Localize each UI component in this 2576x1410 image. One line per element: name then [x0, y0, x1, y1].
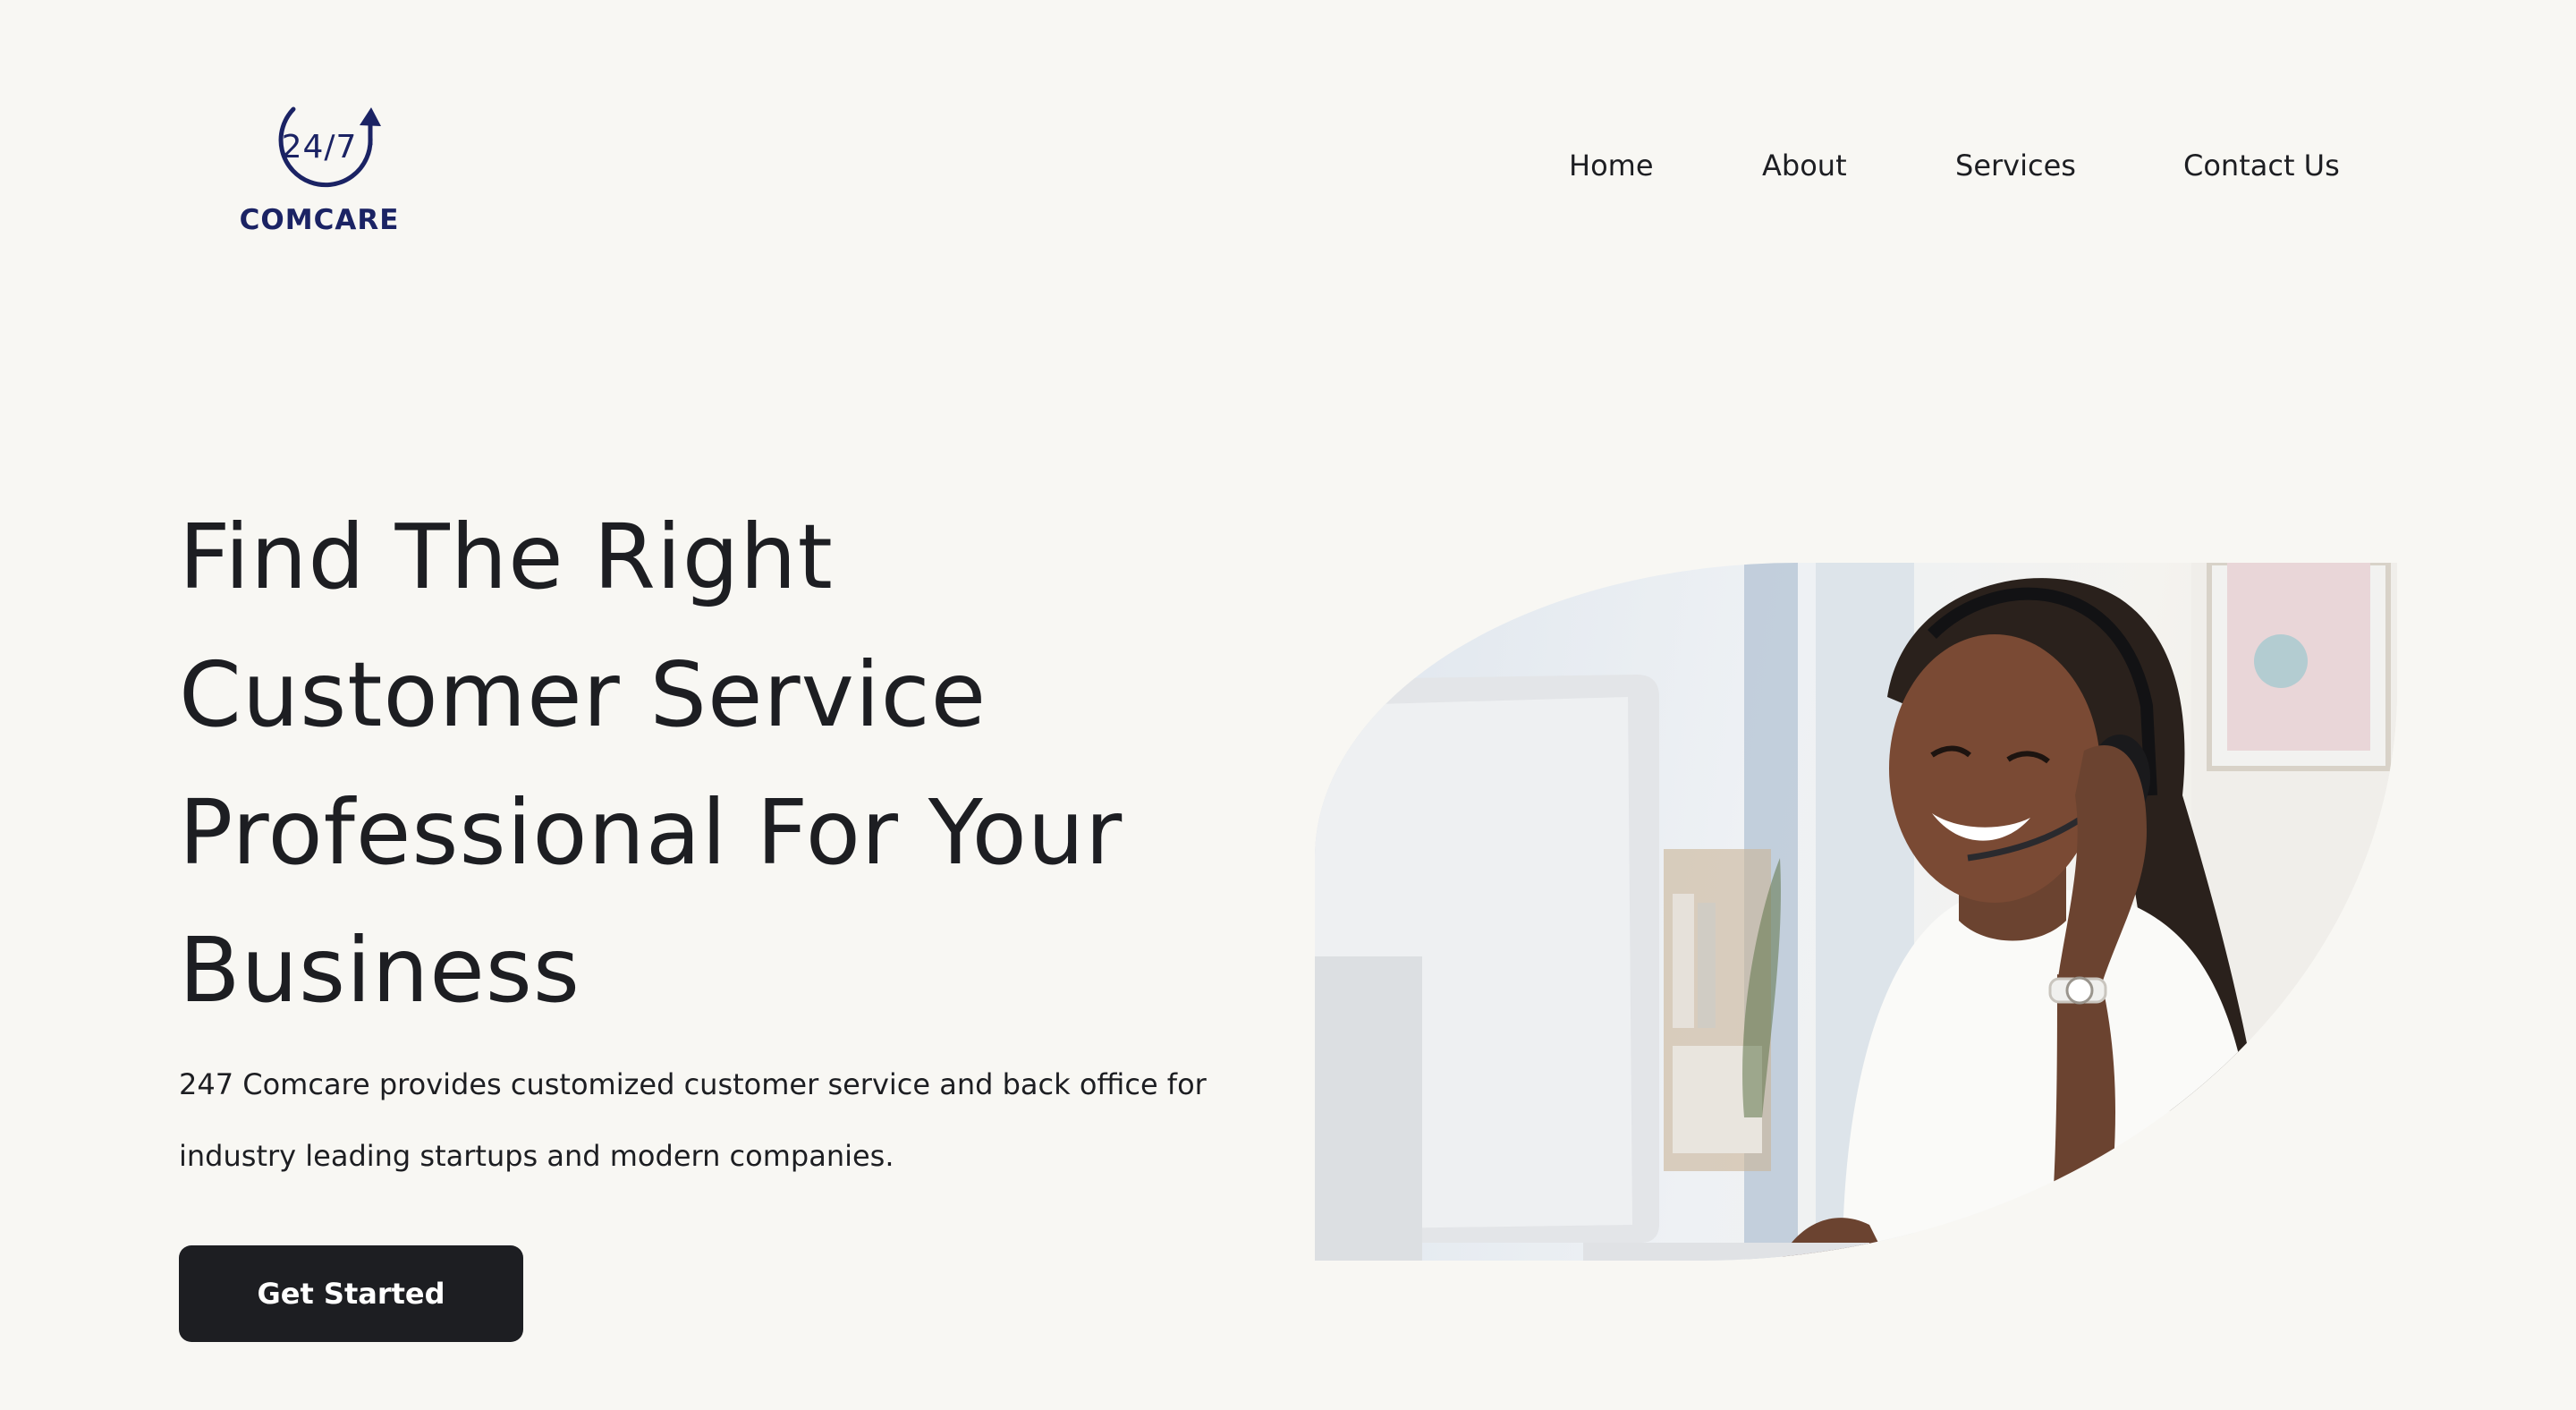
hero-description-line: industry leading startups and modern com…	[179, 1139, 894, 1173]
get-started-button[interactable]: Get Started	[179, 1245, 523, 1342]
hero-title-line: Customer Service	[179, 642, 987, 747]
photo-illustration	[1315, 563, 2397, 1261]
hero-title-line: Business	[179, 918, 580, 1023]
main-nav: Home About Services Contact Us	[1569, 149, 2576, 188]
nav-home[interactable]: Home	[1569, 149, 1654, 183]
hero-description-line: 247 Comcare provides customized customer…	[179, 1067, 1207, 1101]
landing-page: 24/7 COMCARE Home About Services Contact…	[0, 0, 2576, 1410]
brand-logo[interactable]: 24/7 COMCARE	[234, 98, 404, 251]
nav-contact-us[interactable]: Contact Us	[2183, 149, 2340, 183]
logo-numbers: 24/7	[281, 129, 358, 166]
hero-title-line: Professional For Your	[179, 780, 1123, 885]
nav-about[interactable]: About	[1762, 149, 1847, 183]
logo-wordmark: COMCARE	[239, 204, 400, 236]
hero-title-line: Find The Right	[179, 505, 834, 609]
hero-description: 247 Comcare provides customized customer…	[179, 1049, 1270, 1192]
nav-services[interactable]: Services	[1955, 149, 2076, 183]
hero-title: Find The Right Customer Service Professi…	[179, 488, 1368, 1040]
customer-service-agent-photo	[1315, 563, 2397, 1261]
